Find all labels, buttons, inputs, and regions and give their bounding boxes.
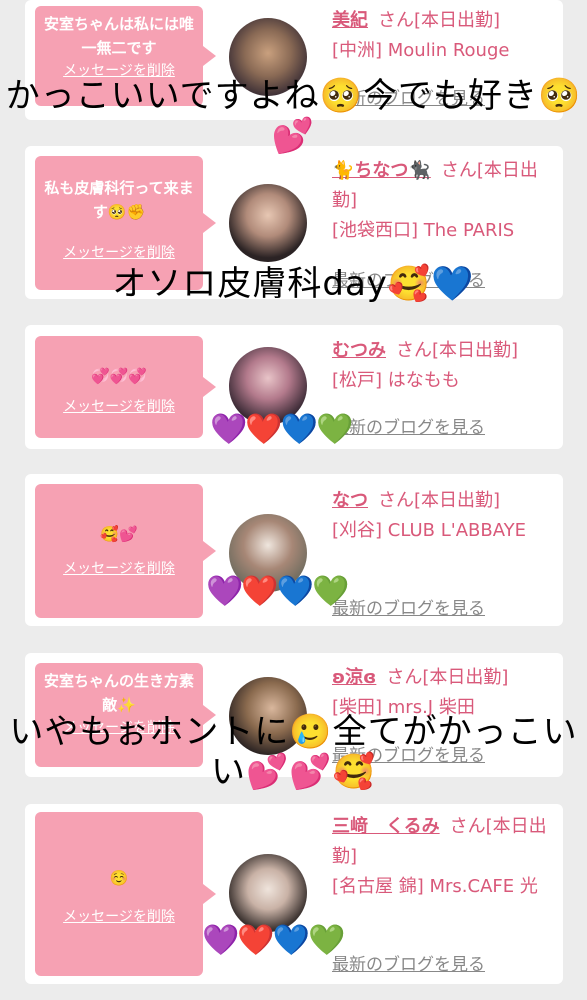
message-bubble: 安室ちゃんは私には唯一無二です メッセージを削除 <box>35 6 216 106</box>
hearts-sticker: 💜❤️💙💚 <box>210 412 353 447</box>
blog-link[interactable]: 最新のブログを見る <box>332 413 485 438</box>
shop-name: [中洲] Moulin Rouge <box>332 40 510 61</box>
avatar[interactable] <box>229 18 307 96</box>
message-text: ☺️ <box>109 869 129 887</box>
blog-link[interactable]: 最新のブログを見る <box>332 266 485 291</box>
delete-message-link[interactable]: メッセージを削除 <box>43 396 195 416</box>
delete-message-link[interactable]: メッセージを削除 <box>43 60 195 80</box>
cast-name-link[interactable]: なつ <box>332 490 368 511</box>
blog-link[interactable]: 最新のブログを見る <box>332 950 485 975</box>
delete-message-link[interactable]: メッセージを削除 <box>43 717 195 737</box>
message-bubble: 私も皮膚科行って来ます🥺✊ メッセージを削除 <box>35 156 216 290</box>
message-text: 安室ちゃんは私には唯一無二です <box>43 15 194 57</box>
cast-info: ʚ涼ɞ さん[本日出勤] [柴田] mrs.J 柴田 <box>332 663 552 723</box>
message-text: 私も皮膚科行って来ます🥺✊ <box>44 179 194 221</box>
avatar[interactable] <box>229 677 307 755</box>
shop-name: [柴田] mrs.J 柴田 <box>332 697 475 718</box>
delete-message-link[interactable]: メッセージを削除 <box>43 558 195 578</box>
blog-link[interactable]: 最新のブログを見る <box>332 594 485 619</box>
cast-name-link[interactable]: 美紀 <box>332 10 368 31</box>
message-bubble: 安室ちゃんの生き方素敵✨ メッセージを削除 <box>35 663 216 767</box>
message-bubble: 🥰💕 メッセージを削除 <box>35 484 216 618</box>
cast-name-link[interactable]: 三﨑 くるみ <box>332 816 440 837</box>
blog-link[interactable]: 最新のブログを見る <box>332 84 485 109</box>
message-bubble: 💞💞💞 メッセージを削除 <box>35 336 216 438</box>
message-bubble: ☺️ メッセージを削除 <box>35 812 216 976</box>
message-text: 💞💞💞 <box>90 367 148 385</box>
cast-status: さん[本日出勤] <box>378 10 501 31</box>
message-text: 🥰💕 <box>100 525 138 543</box>
cast-info: むつみ さん[本日出勤] [松戸] はなもも <box>332 336 552 396</box>
cast-status: さん[本日出勤] <box>396 340 519 361</box>
cast-name-link[interactable]: ʚ涼ɞ <box>332 667 376 688</box>
hearts-sticker: 💜❤️💙💚 <box>206 574 349 609</box>
delete-message-link[interactable]: メッセージを削除 <box>43 906 195 926</box>
cast-name-link[interactable]: むつみ <box>332 340 386 361</box>
shop-name: [池袋西口] The PARIS <box>332 220 515 241</box>
cast-info: 三﨑 くるみ さん[本日出勤] [名古屋 錦] Mrs.CAFE 光 <box>332 812 552 902</box>
hearts-sticker: 💜❤️💙💚 <box>202 923 345 958</box>
message-text: 安室ちゃんの生き方素敵✨ <box>43 672 194 714</box>
cast-info: 🐈ちなつ🐈‍⬛ さん[本日出勤] [池袋西口] The PARIS <box>332 156 552 246</box>
avatar[interactable] <box>229 854 307 932</box>
blog-link[interactable]: 最新のブログを見る <box>332 741 485 766</box>
shop-name: [名古屋 錦] Mrs.CAFE 光 <box>332 876 538 897</box>
shop-name: [刈谷] CLUB L'ABBAYE <box>332 520 526 541</box>
message-card: 安室ちゃんの生き方素敵✨ メッセージを削除 ʚ涼ɞ さん[本日出勤] [柴田] m… <box>25 653 563 777</box>
cast-status: さん[本日出勤] <box>386 667 509 688</box>
cast-name-link[interactable]: 🐈ちなつ🐈‍⬛ <box>332 160 431 181</box>
message-card: 私も皮膚科行って来ます🥺✊ メッセージを削除 🐈ちなつ🐈‍⬛ さん[本日出勤] [… <box>25 146 563 299</box>
cast-info: なつ さん[本日出勤] [刈谷] CLUB L'ABBAYE <box>332 486 552 546</box>
message-card: 安室ちゃんは私には唯一無二です メッセージを削除 美紀 さん[本日出勤] [中洲]… <box>25 0 563 120</box>
shop-name: [松戸] はなもも <box>332 370 460 391</box>
cast-status: さん[本日出勤] <box>378 490 501 511</box>
cast-info: 美紀 さん[本日出勤] [中洲] Moulin Rouge <box>332 6 552 66</box>
delete-message-link[interactable]: メッセージを削除 <box>43 242 195 262</box>
avatar[interactable] <box>229 184 307 262</box>
